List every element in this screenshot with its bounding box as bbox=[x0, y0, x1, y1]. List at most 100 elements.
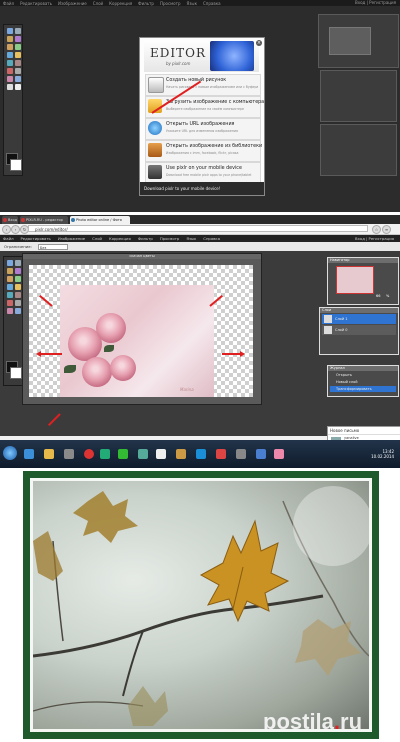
menu-edit[interactable]: Редактировать bbox=[21, 236, 51, 241]
lasso-tool-icon[interactable] bbox=[15, 268, 21, 274]
wand-tool-icon[interactable] bbox=[7, 44, 13, 50]
pencil-tool-icon[interactable] bbox=[15, 44, 21, 50]
opera-icon[interactable] bbox=[84, 449, 94, 459]
move-tool-icon[interactable] bbox=[15, 260, 21, 266]
auth-links[interactable]: Вход | Регистрация bbox=[355, 236, 394, 241]
menu-image[interactable]: Изображение bbox=[58, 236, 85, 241]
forward-arrow-icon[interactable]: › bbox=[11, 225, 20, 234]
menu-language[interactable]: Язык bbox=[187, 1, 197, 6]
maple-leaf-main bbox=[199, 519, 290, 623]
menu-filter[interactable]: Фильтр bbox=[138, 1, 154, 6]
clone-tool-icon[interactable] bbox=[7, 300, 13, 306]
sponge-tool-icon[interactable] bbox=[7, 308, 13, 314]
open-computer-title: Загрузить изображение с компьютера bbox=[166, 100, 265, 105]
crop-tool-icon[interactable] bbox=[7, 28, 13, 34]
close-icon[interactable]: × bbox=[256, 40, 262, 46]
ie-icon[interactable] bbox=[24, 449, 34, 459]
move-tool-icon[interactable] bbox=[15, 28, 21, 34]
blur-tool-icon[interactable] bbox=[15, 68, 21, 74]
mobile-app-button[interactable]: Use pixlr on your mobile device Download… bbox=[145, 162, 261, 184]
menu-edit[interactable]: Редактировать bbox=[20, 1, 52, 6]
menu-filter[interactable]: Фильтр bbox=[138, 236, 153, 241]
history-item-transform[interactable]: Трансформировать bbox=[330, 386, 396, 392]
gradient-tool-icon[interactable] bbox=[15, 292, 21, 298]
system-clock[interactable]: 13:42 10.02.2014 bbox=[371, 449, 394, 459]
menu-file[interactable]: Файл bbox=[3, 236, 14, 241]
crop-tool-icon[interactable] bbox=[7, 260, 13, 266]
address-bar[interactable]: pixlr.com/editor/ bbox=[28, 225, 368, 232]
pencil-tool-icon[interactable] bbox=[15, 276, 21, 282]
eraser-tool-icon[interactable] bbox=[15, 52, 21, 58]
layer-row-1[interactable]: Слой 1 bbox=[322, 314, 396, 324]
app7-icon[interactable] bbox=[236, 449, 246, 459]
app4-icon[interactable] bbox=[156, 449, 166, 459]
image-window-title[interactable]: скачан цветы bbox=[23, 254, 261, 259]
arrow-left bbox=[40, 353, 62, 355]
blur-tool-icon[interactable] bbox=[15, 300, 21, 306]
marquee-tool-icon[interactable] bbox=[7, 268, 13, 274]
constraint-select[interactable]: Без ограничения bbox=[38, 243, 68, 256]
menu-layer[interactable]: Слой bbox=[92, 236, 102, 241]
app8-icon[interactable] bbox=[256, 449, 266, 459]
back-arrow-icon[interactable]: ‹ bbox=[2, 225, 11, 234]
menu-language[interactable]: Язык bbox=[186, 236, 196, 241]
brush-tool-icon[interactable] bbox=[7, 284, 13, 290]
menu-view[interactable]: Просмотр bbox=[160, 236, 180, 241]
history-item-open[interactable]: Открыть bbox=[330, 372, 396, 378]
menu-adjustment[interactable]: Коррекция bbox=[109, 236, 131, 241]
download-mobile-link[interactable]: Download pixlr to your mobile device! bbox=[144, 186, 220, 191]
start-button-icon[interactable] bbox=[3, 446, 17, 460]
tab-photo-editor[interactable]: Photo editor online / Фото bbox=[70, 216, 130, 224]
app6-icon[interactable] bbox=[216, 449, 226, 459]
text-tool-icon[interactable] bbox=[7, 84, 13, 90]
chrome-icon[interactable] bbox=[118, 449, 128, 459]
menu-layer[interactable]: Слой bbox=[93, 1, 103, 6]
star-icon[interactable]: ☆ bbox=[372, 225, 381, 234]
create-new-image-button[interactable]: Создать новый рисунок Начать рисовать с … bbox=[145, 74, 261, 96]
lasso-tool-icon[interactable] bbox=[15, 36, 21, 42]
history-item-new-layer[interactable]: Новый слой bbox=[330, 379, 396, 385]
explorer-icon[interactable] bbox=[44, 449, 54, 459]
transparent-canvas[interactable]: Marina bbox=[29, 265, 253, 397]
bucket-tool-icon[interactable] bbox=[7, 292, 13, 298]
wand-tool-icon[interactable] bbox=[7, 276, 13, 282]
dodge-tool-icon[interactable] bbox=[15, 76, 21, 82]
skype-icon[interactable] bbox=[196, 449, 206, 459]
toolbox bbox=[3, 24, 23, 176]
register-link[interactable]: Регистрация bbox=[369, 0, 396, 5]
open-url-button[interactable]: Открыть URL изображения Укажите URL для … bbox=[145, 118, 261, 140]
login-link[interactable]: Вход bbox=[355, 0, 365, 5]
dodge-tool-icon[interactable] bbox=[15, 308, 21, 314]
tab-pixlr-ru[interactable]: PIXLR.RU - редактор bbox=[20, 216, 68, 224]
menu-adjustment[interactable]: Коррекция bbox=[109, 1, 132, 6]
menu-file[interactable]: Файл bbox=[3, 1, 14, 6]
menu-help[interactable]: Справка bbox=[203, 1, 221, 6]
eraser-tool-icon[interactable] bbox=[15, 284, 21, 290]
app9-icon[interactable] bbox=[274, 449, 284, 459]
sponge-tool-icon[interactable] bbox=[7, 76, 13, 82]
menu-help[interactable]: Справка bbox=[203, 236, 220, 241]
hand-tool-icon[interactable] bbox=[15, 84, 21, 90]
dialog-footer[interactable]: Download pixlr to your mobile device! bbox=[140, 182, 264, 195]
globe-icon bbox=[148, 121, 162, 135]
app-icon[interactable] bbox=[64, 449, 74, 459]
menu-view[interactable]: Просмотр bbox=[160, 1, 181, 6]
gradient-tool-icon[interactable] bbox=[15, 60, 21, 66]
tab-mail[interactable]: Вход bbox=[2, 216, 18, 224]
background-color-swatch[interactable] bbox=[10, 367, 22, 379]
zoom-value[interactable]: 66 bbox=[376, 294, 380, 298]
navigator-preview[interactable] bbox=[336, 266, 374, 294]
app5-icon[interactable] bbox=[176, 449, 186, 459]
open-library-button[interactable]: Открыть изображение из библиотеки Изобра… bbox=[145, 140, 262, 162]
bucket-tool-icon[interactable] bbox=[7, 60, 13, 66]
brush-tool-icon[interactable] bbox=[7, 52, 13, 58]
app2-icon[interactable] bbox=[100, 449, 110, 459]
menu-icon[interactable]: ≡ bbox=[382, 225, 391, 234]
rose-image-layer[interactable]: Marina bbox=[60, 285, 214, 397]
layer-row-0[interactable]: Слой 0 bbox=[322, 325, 396, 335]
clone-tool-icon[interactable] bbox=[7, 68, 13, 74]
marquee-tool-icon[interactable] bbox=[7, 36, 13, 42]
menu-image[interactable]: Изображение bbox=[58, 1, 87, 6]
app3-icon[interactable] bbox=[138, 449, 148, 459]
background-color-swatch[interactable] bbox=[10, 159, 22, 171]
